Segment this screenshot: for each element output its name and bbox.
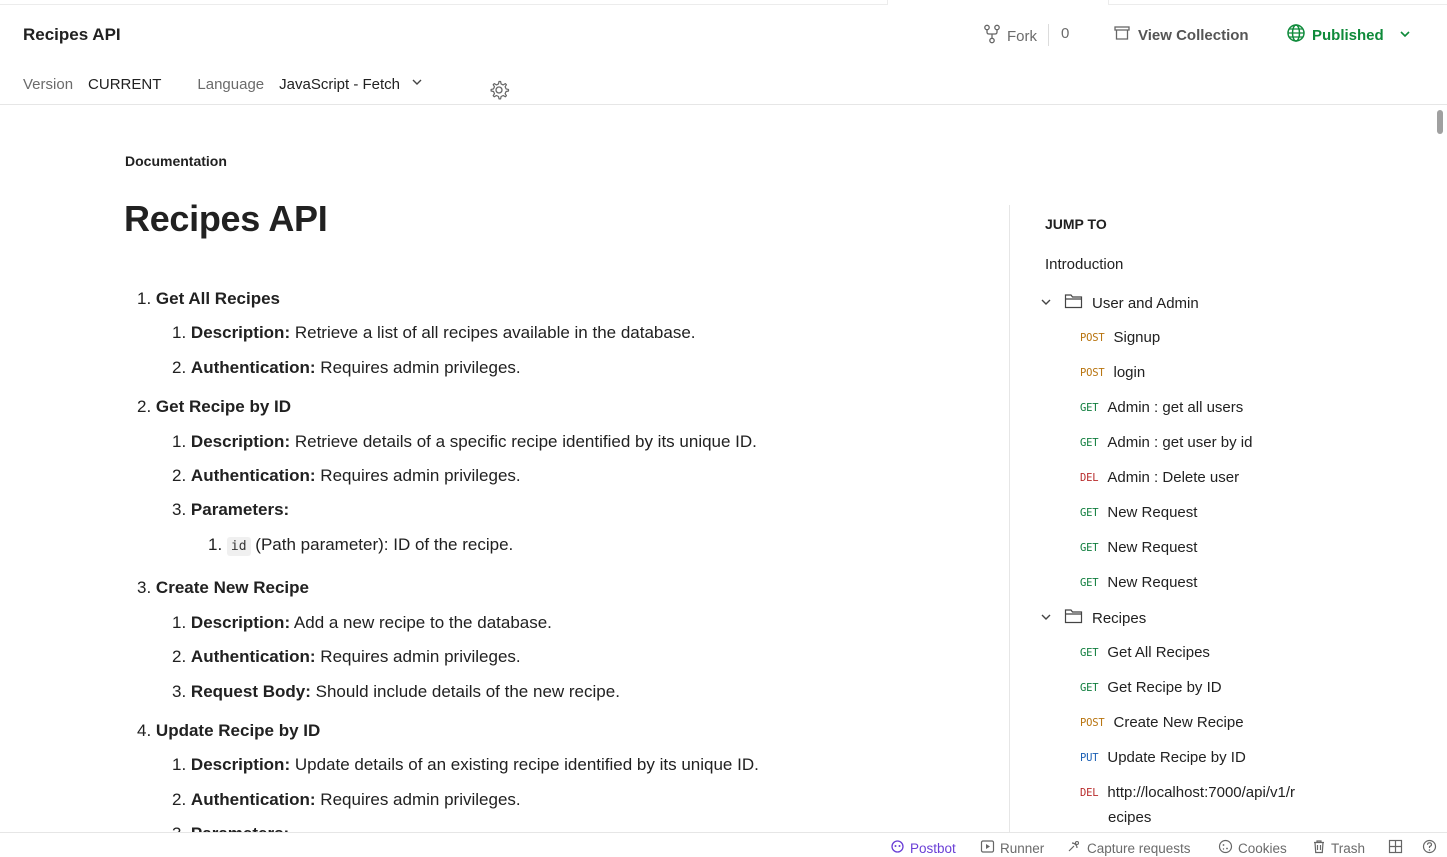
method-badge: GET <box>1080 506 1099 519</box>
list-item: 2. Get Recipe by ID <box>137 397 292 416</box>
inline-code: id <box>226 537 251 556</box>
method-badge: GET <box>1080 436 1099 449</box>
chevron-down-icon <box>1040 295 1052 312</box>
jump-request[interactable]: GET Admin : get user by id <box>1080 434 1252 451</box>
chevron-down-icon <box>1040 610 1052 627</box>
list-item-cutoff: 3. Parameters: <box>172 824 289 832</box>
collection-title: Recipes API <box>23 25 121 44</box>
list-item: 1. Description: Retrieve a list of all r… <box>172 323 696 342</box>
method-badge: DEL <box>1080 471 1099 484</box>
endpoint-heading: Update Recipe by ID <box>155 721 321 740</box>
cookie-icon <box>1218 839 1233 857</box>
method-badge: POST <box>1080 716 1105 729</box>
jump-request[interactable]: GET New Request <box>1080 574 1197 591</box>
method-badge: GET <box>1080 541 1099 554</box>
jump-request[interactable]: GET Get Recipe by ID <box>1080 679 1222 696</box>
list-item: 2. Authentication: Requires admin privil… <box>172 358 521 377</box>
chevron-down-icon[interactable] <box>1398 27 1412 46</box>
list-item: 3. Create New Recipe <box>137 578 309 597</box>
sidebar-divider <box>1009 205 1010 835</box>
list-item: 3. Parameters: <box>172 500 290 519</box>
cookies-button[interactable]: Cookies <box>1218 839 1287 857</box>
layout-toggle-icon[interactable] <box>1388 839 1403 854</box>
endpoint-heading: Get Recipe by ID <box>155 397 292 416</box>
jump-request[interactable]: DEL http://localhost:7000/api/v1/r <box>1080 784 1295 801</box>
fork-button[interactable]: Fork <box>983 24 1037 48</box>
method-badge: GET <box>1080 576 1099 589</box>
jump-introduction[interactable]: Introduction <box>1045 256 1123 273</box>
method-badge: GET <box>1080 401 1099 414</box>
documentation-label: Documentation <box>125 153 227 169</box>
jump-request[interactable]: POST login <box>1080 364 1145 381</box>
folder-icon <box>1064 608 1083 628</box>
trash-button[interactable]: Trash <box>1312 839 1365 857</box>
page-title: Recipes API <box>124 198 328 239</box>
fork-label: Fork <box>1007 27 1037 45</box>
list-item: 2. Authentication: Requires admin privil… <box>172 466 521 485</box>
status-bar: Postbot Runner Capture requests Cookies … <box>0 832 1447 857</box>
method-badge: POST <box>1080 366 1105 379</box>
published-dropdown[interactable]: Published <box>1286 23 1384 47</box>
collection-header: Recipes API Fork 0 View Collection Publi… <box>0 5 1447 105</box>
jump-request[interactable]: PUT Update Recipe by ID <box>1080 749 1246 766</box>
view-collection-button[interactable]: View Collection <box>1113 24 1249 46</box>
list-item: 4. Update Recipe by ID <box>137 721 321 740</box>
satellite-icon <box>1066 839 1082 857</box>
scrollbar-thumb[interactable] <box>1437 110 1443 134</box>
trash-icon <box>1312 839 1326 857</box>
fork-count: 0 <box>1061 25 1070 42</box>
play-icon <box>980 839 995 857</box>
view-collection-label: View Collection <box>1138 26 1249 44</box>
doc-settings-bar: Version CURRENT Language JavaScript - Fe… <box>23 75 424 93</box>
endpoint-heading: Get All Recipes <box>155 289 281 308</box>
fork-icon <box>983 24 1001 48</box>
method-badge: PUT <box>1080 751 1099 764</box>
method-badge: POST <box>1080 331 1105 344</box>
list-item: 1. Description: Add a new recipe to the … <box>172 613 552 632</box>
jump-request[interactable]: GET New Request <box>1080 539 1197 556</box>
jump-request[interactable]: GET Get All Recipes <box>1080 644 1210 661</box>
jump-request[interactable]: GET New Request <box>1080 504 1197 521</box>
list-item: 2. Authentication: Requires admin privil… <box>172 647 521 666</box>
list-item: 2. Authentication: Requires admin privil… <box>172 790 521 809</box>
jump-request[interactable]: POST Create New Recipe <box>1080 714 1244 731</box>
jump-to-heading: JUMP TO <box>1045 216 1107 232</box>
help-icon[interactable] <box>1422 839 1437 854</box>
list-item: 1. Get All Recipes <box>137 289 281 308</box>
fork-divider <box>1048 24 1049 46</box>
scrollbar[interactable] <box>1434 107 1444 832</box>
gear-icon[interactable] <box>488 79 510 106</box>
published-label: Published <box>1312 26 1384 44</box>
capture-requests-button[interactable]: Capture requests <box>1066 839 1191 857</box>
endpoint-heading: Create New Recipe <box>155 578 309 597</box>
language-select[interactable]: JavaScript - Fetch <box>279 75 424 93</box>
chevron-down-icon <box>410 75 424 93</box>
language-label: Language <box>197 75 265 93</box>
jump-request-wrap[interactable]: ecipes <box>1108 809 1151 826</box>
postbot-button[interactable]: Postbot <box>890 839 956 857</box>
list-item: 3. Request Body: Should include details … <box>172 682 620 701</box>
collection-icon <box>1113 24 1131 46</box>
method-badge: GET <box>1080 646 1099 659</box>
runner-button[interactable]: Runner <box>980 839 1044 857</box>
folder-icon <box>1064 293 1083 313</box>
version-label: Version <box>23 75 74 93</box>
version-value[interactable]: CURRENT <box>88 76 161 93</box>
language-value: JavaScript - Fetch <box>279 75 401 93</box>
postbot-icon <box>890 839 905 857</box>
globe-icon <box>1286 23 1306 47</box>
list-item: 1. Description: Update details of an exi… <box>172 755 759 774</box>
method-badge: DEL <box>1080 786 1099 799</box>
jump-request[interactable]: GET Admin : get all users <box>1080 399 1243 416</box>
list-item: 1. Description: Retrieve details of a sp… <box>172 432 757 451</box>
folder-recipes[interactable]: Recipes <box>1040 608 1146 628</box>
jump-request[interactable]: DEL Admin : Delete user <box>1080 469 1239 486</box>
list-item: 1. id (Path parameter): ID of the recipe… <box>208 535 514 556</box>
method-badge: GET <box>1080 681 1099 694</box>
folder-user-and-admin[interactable]: User and Admin <box>1040 293 1199 313</box>
jump-request[interactable]: POST Signup <box>1080 329 1160 346</box>
